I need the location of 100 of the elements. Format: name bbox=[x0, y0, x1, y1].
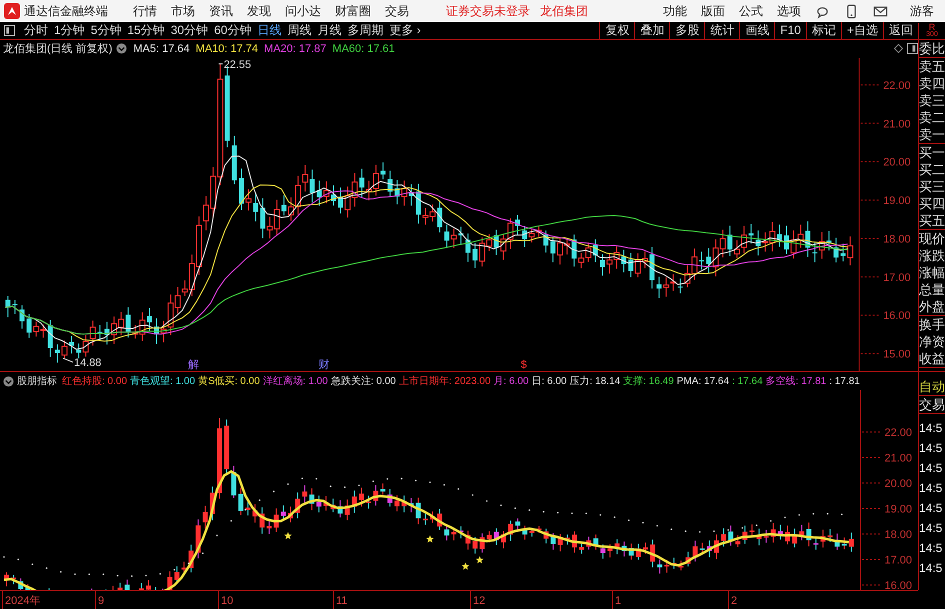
price-axis-label: 16.00 bbox=[884, 580, 912, 590]
event-marker[interactable]: 解 bbox=[188, 359, 199, 371]
login-status[interactable]: 证券交易未登录 bbox=[446, 2, 530, 20]
toolbar-button[interactable]: F10 bbox=[774, 22, 806, 39]
price-annotation: 22.55 bbox=[218, 58, 252, 71]
menu-item[interactable]: 选项 bbox=[770, 2, 808, 20]
menu-item[interactable]: 市场 bbox=[164, 2, 202, 20]
toolbar-button[interactable]: 统计 bbox=[704, 22, 740, 39]
toolbar-button[interactable]: 复权 bbox=[599, 22, 634, 39]
user-label[interactable]: 游客 bbox=[903, 2, 941, 20]
indicator-name[interactable]: 股朋指标 bbox=[17, 374, 57, 388]
indicator-value: 红色持股: 0.00 bbox=[62, 374, 128, 388]
quote-label: 买一 bbox=[919, 144, 945, 161]
menu-item[interactable]: 公式 bbox=[732, 2, 770, 20]
trade-time: 14:5 bbox=[919, 500, 944, 517]
dropdown-icon[interactable] bbox=[3, 376, 14, 386]
star-icon bbox=[476, 556, 484, 564]
trade-title: 交易 bbox=[919, 396, 945, 414]
menu-item[interactable]: 发现 bbox=[240, 2, 278, 20]
star-icon bbox=[426, 535, 434, 542]
period-tab[interactable]: 多周期 bbox=[344, 22, 386, 39]
menu-item[interactable]: 行情 bbox=[126, 2, 164, 20]
trade-time: 14:5 bbox=[919, 460, 944, 477]
panel-toggle-icon[interactable] bbox=[907, 43, 918, 54]
phone-icon[interactable] bbox=[844, 4, 859, 18]
quote-label: 卖二 bbox=[919, 109, 945, 126]
event-marker[interactable]: $ bbox=[520, 359, 527, 371]
menu-item[interactable]: 功能 bbox=[656, 2, 694, 20]
quote-label: 买五 bbox=[919, 212, 945, 229]
trade-mode-label[interactable]: 自动 bbox=[919, 378, 945, 396]
trade-time: 14:5 bbox=[919, 560, 944, 577]
toolbar-button[interactable]: 叠加 bbox=[634, 22, 670, 39]
star-icon bbox=[462, 562, 470, 570]
price-axis-label: 18.00 bbox=[883, 233, 911, 246]
time-axis-label: 11 bbox=[336, 595, 348, 607]
indicator-value: 急跌关注: 0.00 bbox=[330, 374, 396, 388]
menu-item[interactable]: 财富圈 bbox=[328, 2, 378, 20]
indicator-value: 月: 6.00 bbox=[494, 375, 529, 388]
indicator-value: 支撑: 16.49 bbox=[623, 374, 674, 388]
price-axis-label: 17.00 bbox=[884, 554, 912, 566]
price-axis-label: 19.00 bbox=[883, 195, 911, 207]
toolbar-button[interactable]: +自选 bbox=[840, 22, 883, 39]
indicator-value: PMA: 17.64 bbox=[676, 376, 730, 386]
menu-item[interactable]: 问小达 bbox=[278, 2, 328, 20]
menu-item[interactable]: 资讯 bbox=[202, 2, 240, 20]
quote-label: 涨幅 bbox=[919, 264, 945, 281]
chart-title: 龙佰集团(日线 前复权) bbox=[3, 42, 112, 56]
moving-average-value: MA20: 17.87 bbox=[264, 42, 326, 55]
indicator-value: 洋红离场: 1.00 bbox=[262, 374, 328, 388]
price-axis-label: 20.00 bbox=[884, 478, 912, 490]
quote-label: 买三 bbox=[919, 178, 945, 195]
period-tab[interactable]: 15分钟 bbox=[124, 22, 168, 39]
indicator-value: : 17.81 bbox=[829, 376, 860, 386]
time-axis-label: 1 bbox=[615, 595, 622, 607]
period-tab[interactable]: 更多 › bbox=[386, 22, 424, 39]
quote-label: 买二 bbox=[919, 161, 945, 178]
quote-label: 委比 bbox=[919, 40, 945, 57]
indicator-value: 日: 6.00 bbox=[532, 375, 567, 388]
indicator-value: 上市日期年: 2023.00 bbox=[398, 374, 491, 388]
price-axis-label: 22.00 bbox=[884, 427, 912, 439]
toolbar-button[interactable]: 返回 bbox=[883, 22, 918, 39]
price-annotation: 14.88 bbox=[62, 357, 102, 370]
price-axis-label: 15.00 bbox=[883, 348, 911, 361]
menu-item[interactable]: 版面 bbox=[694, 2, 732, 20]
indicator-value: 青色观望: 1.00 bbox=[130, 374, 196, 388]
toolbar-button[interactable]: 画线 bbox=[739, 22, 774, 39]
quote-label: 买四 bbox=[919, 195, 945, 212]
period-tab[interactable]: 5分钟 bbox=[88, 22, 124, 39]
indicator-value: 压力: 18.14 bbox=[570, 374, 620, 388]
toolbar-button[interactable]: 标记 bbox=[806, 22, 841, 39]
quote-label: 卖四 bbox=[919, 75, 945, 92]
panel-toggle-icon[interactable] bbox=[4, 25, 15, 36]
logo-icon bbox=[4, 3, 20, 19]
trade-time: 14:5 bbox=[919, 420, 944, 437]
period-tab[interactable]: 日线 bbox=[254, 22, 284, 39]
quote-label: 卖一 bbox=[919, 126, 945, 143]
time-axis-label: 9 bbox=[98, 595, 104, 607]
price-axis-label: 22.00 bbox=[883, 80, 911, 92]
trade-time: 14:5 bbox=[919, 520, 944, 537]
menu-item[interactable]: 交易 bbox=[378, 2, 416, 20]
period-tab[interactable]: 60分钟 bbox=[211, 22, 254, 39]
time-axis-label: 10 bbox=[221, 595, 234, 607]
trade-time: 14:5 bbox=[919, 440, 944, 457]
mail-icon[interactable] bbox=[873, 4, 888, 18]
period-tab[interactable]: 分时 bbox=[21, 22, 51, 39]
price-axis-label: 17.00 bbox=[883, 272, 911, 284]
diamond-icon[interactable] bbox=[894, 44, 903, 54]
event-marker[interactable]: 财 bbox=[318, 359, 330, 371]
price-axis-label: 21.00 bbox=[884, 452, 912, 464]
period-tab[interactable]: 30分钟 bbox=[168, 22, 212, 39]
period-tab[interactable]: 周线 bbox=[284, 22, 314, 39]
moving-average-value: MA10: 17.74 bbox=[196, 42, 258, 55]
toolbar-button[interactable]: 多股 bbox=[669, 22, 704, 39]
indicator-value: 黄S低买: 0.00 bbox=[198, 374, 260, 388]
period-tab[interactable]: 1分钟 bbox=[51, 22, 88, 39]
app-title: 通达信金融终端 bbox=[24, 2, 108, 20]
period-tab[interactable]: 月线 bbox=[314, 22, 344, 39]
price-axis-label: 20.00 bbox=[883, 156, 911, 169]
dropdown-icon[interactable] bbox=[116, 43, 128, 54]
moving-average-value: MA5: 17.64 bbox=[133, 42, 190, 55]
